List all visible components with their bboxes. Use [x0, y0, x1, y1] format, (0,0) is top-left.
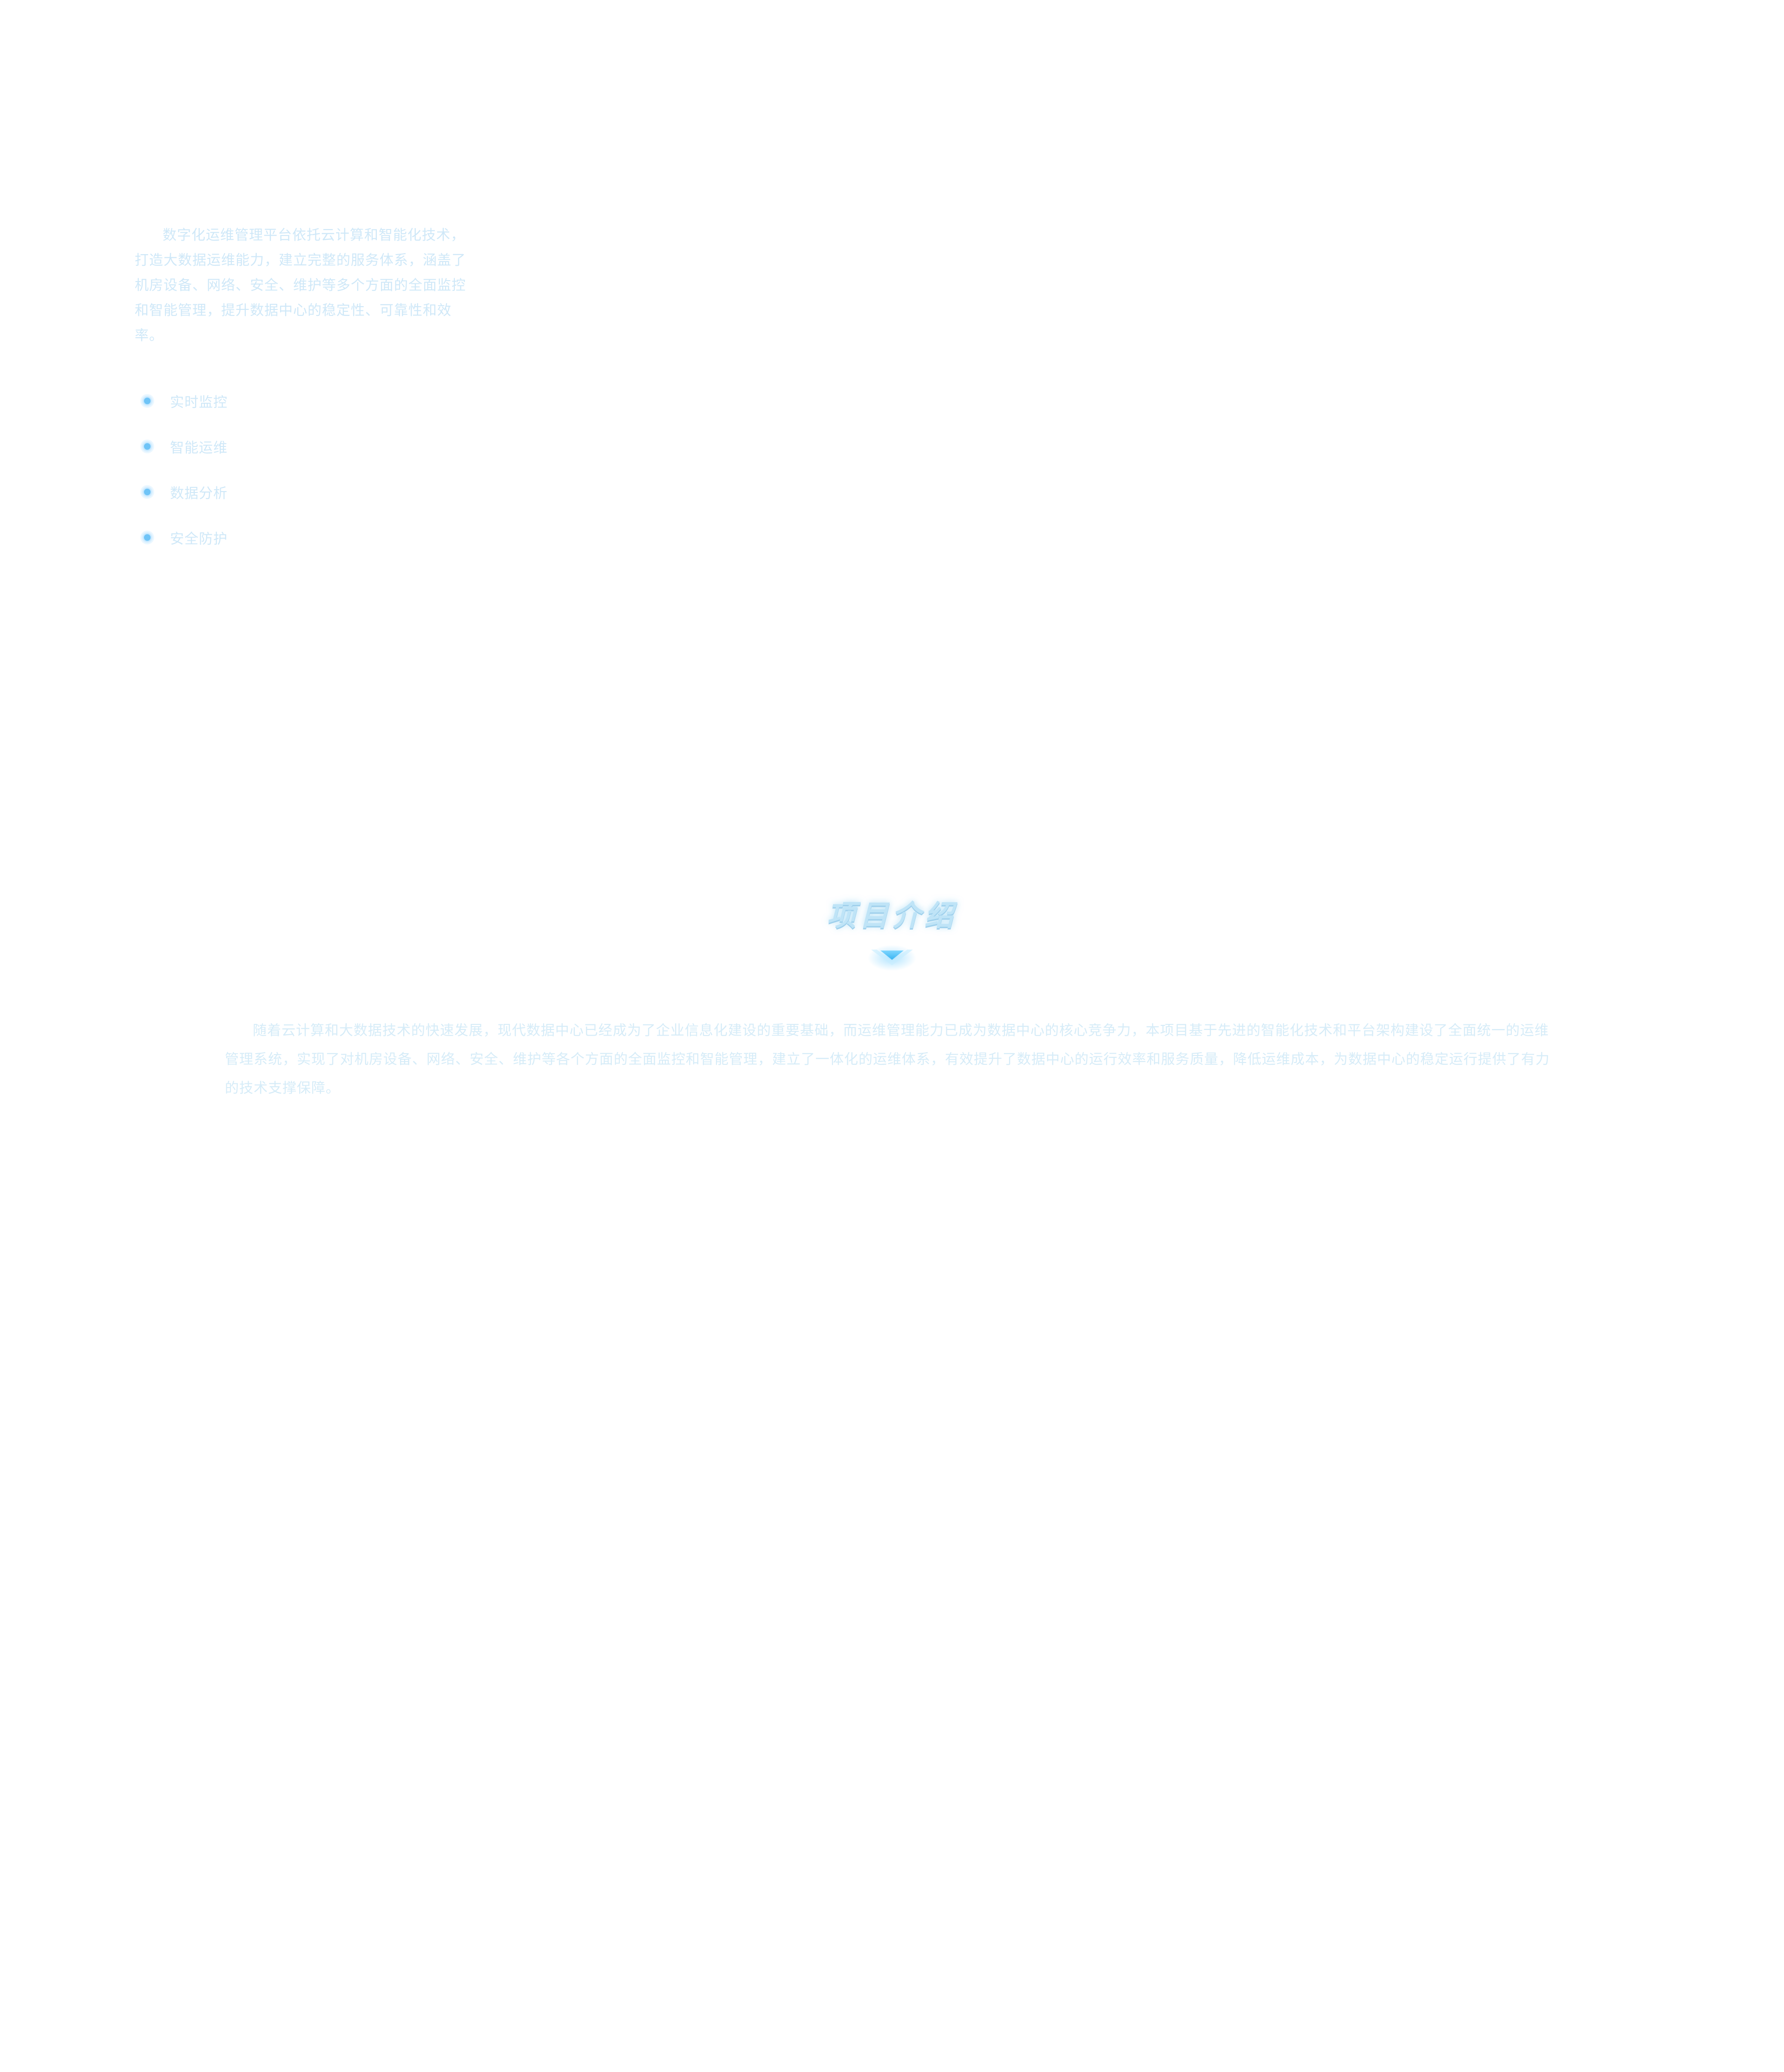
bullet-dot-icon	[140, 531, 154, 544]
section-header: 项目介绍	[0, 892, 1784, 972]
feature-label: 数据分析	[170, 485, 228, 502]
chevron-down-icon[interactable]	[866, 944, 918, 972]
bullet-dot-icon	[140, 439, 154, 453]
feature-label: 安全防护	[170, 531, 228, 547]
bullet-dot-icon	[140, 394, 154, 408]
feature-label: 实时监控	[170, 394, 228, 411]
section-title: 项目介绍	[826, 898, 957, 932]
feature-item-monitoring[interactable]: 实时监控	[135, 378, 469, 424]
feature-item-security[interactable]: 安全防护	[135, 515, 469, 560]
feature-item-analysis[interactable]: 数据分析	[135, 469, 469, 515]
feature-item-operations[interactable]: 智能运维	[135, 424, 469, 469]
feature-label: 智能运维	[170, 440, 228, 456]
project-description: 随着云计算和大数据技术的快速发展，现代数据中心已经成为了企业信息化建设的重要基础…	[225, 1023, 1550, 1096]
intro-panel: 数字化运维管理平台依托云计算和智能化技术，打造大数据运维能力，建立完整的服务体系…	[135, 223, 469, 560]
feature-list: 实时监控 智能运维 数据分析 安全防护	[135, 378, 469, 560]
bullet-dot-icon	[140, 485, 154, 499]
intro-text: 数字化运维管理平台依托云计算和智能化技术，打造大数据运维能力，建立完整的服务体系…	[135, 227, 466, 344]
